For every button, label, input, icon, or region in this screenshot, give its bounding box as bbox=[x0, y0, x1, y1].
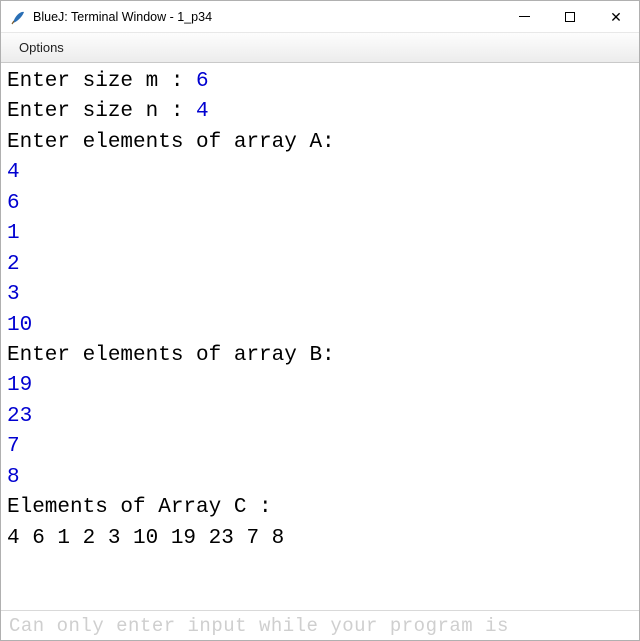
terminal-line: Enter size m : 6 bbox=[7, 67, 633, 97]
menubar: Options bbox=[1, 33, 639, 63]
user-input-text: 4 bbox=[196, 100, 209, 123]
input-bar: Can only enter input while your program … bbox=[1, 610, 639, 640]
window-title: BlueJ: Terminal Window - 1_p34 bbox=[33, 10, 212, 24]
terminal-line: Enter size n : 4 bbox=[7, 97, 633, 127]
terminal-line: Enter elements of array B: bbox=[7, 341, 633, 371]
terminal-line: 2 bbox=[7, 250, 633, 280]
user-input-text: 10 bbox=[7, 314, 32, 337]
user-input-text: 1 bbox=[7, 222, 20, 245]
terminal-line: 8 bbox=[7, 463, 633, 493]
close-icon: ✕ bbox=[610, 10, 622, 24]
user-input-text: 6 bbox=[7, 192, 20, 215]
maximize-icon bbox=[565, 12, 575, 22]
terminal-line: 3 bbox=[7, 280, 633, 310]
user-input-text: 7 bbox=[7, 435, 20, 458]
terminal-line: 4 6 1 2 3 10 19 23 7 8 bbox=[7, 524, 633, 554]
terminal-line: 10 bbox=[7, 311, 633, 341]
user-input-text: 2 bbox=[7, 253, 20, 276]
user-input-text: 23 bbox=[7, 405, 32, 428]
terminal-line: 4 bbox=[7, 158, 633, 188]
menu-options[interactable]: Options bbox=[11, 36, 72, 59]
prompt-text: Enter size m : bbox=[7, 70, 196, 93]
user-input-text: 4 bbox=[7, 161, 20, 184]
user-input-text: 19 bbox=[7, 374, 32, 397]
terminal-line: 19 bbox=[7, 371, 633, 401]
prompt-text: Elements of Array C : bbox=[7, 496, 272, 519]
terminal-line: Enter elements of array A: bbox=[7, 128, 633, 158]
minimize-button[interactable] bbox=[501, 1, 547, 33]
terminal-line: 1 bbox=[7, 219, 633, 249]
user-input-text: 8 bbox=[7, 466, 20, 489]
prompt-text: Enter elements of array B: bbox=[7, 344, 335, 367]
input-placeholder: Can only enter input while your program … bbox=[9, 615, 509, 637]
window: BlueJ: Terminal Window - 1_p34 ✕ Options… bbox=[0, 0, 640, 641]
terminal-line: 6 bbox=[7, 189, 633, 219]
minimize-icon bbox=[519, 16, 530, 17]
user-input-text: 3 bbox=[7, 283, 20, 306]
terminal-line: 23 bbox=[7, 402, 633, 432]
terminal-line: 7 bbox=[7, 432, 633, 462]
bluej-app-icon bbox=[9, 8, 27, 26]
titlebar[interactable]: BlueJ: Terminal Window - 1_p34 ✕ bbox=[1, 1, 639, 33]
prompt-text: Enter size n : bbox=[7, 100, 196, 123]
prompt-text: 4 6 1 2 3 10 19 23 7 8 bbox=[7, 527, 297, 550]
maximize-button[interactable] bbox=[547, 1, 593, 33]
user-input-text: 6 bbox=[196, 70, 209, 93]
prompt-text: Enter elements of array A: bbox=[7, 131, 335, 154]
terminal-line: Elements of Array C : bbox=[7, 493, 633, 523]
terminal-output: Enter size m : 6Enter size n : 4Enter el… bbox=[1, 63, 639, 610]
close-button[interactable]: ✕ bbox=[593, 1, 639, 33]
